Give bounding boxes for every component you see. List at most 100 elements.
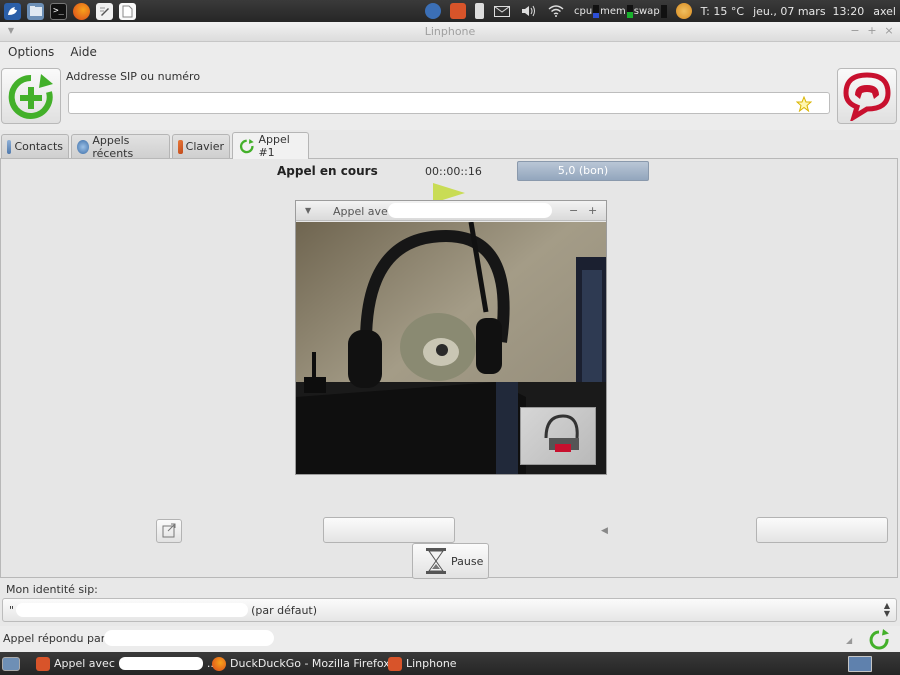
tab-recent-calls[interactable]: Appels récents	[71, 133, 170, 160]
hangup-icon	[843, 72, 891, 121]
video-window-title: Appel avec	[333, 205, 394, 218]
start-call-button[interactable]	[1, 68, 61, 124]
dropdown-arrows-icon: ▲ ▼	[883, 601, 890, 618]
task-linphone-label: Linphone	[406, 657, 457, 670]
sip-identity-select[interactable]: " (par défaut) ▲ ▼	[2, 598, 897, 622]
sip-address-label: Addresse SIP ou numéro	[66, 70, 201, 83]
identity-value-suffix: (par défaut)	[251, 603, 318, 617]
keypad-icon	[178, 139, 183, 154]
tab-bar: Contacts Appels récents Clavier Appel #1	[0, 132, 900, 160]
call-panel: Appel en cours 00::00::16 5,0 (bon) ▼ Ap…	[0, 158, 898, 579]
sip-identity-label: Mon identité sip:	[6, 583, 98, 596]
firefox-task-icon	[212, 656, 226, 671]
files-icon[interactable]	[27, 2, 44, 20]
toolbar: Addresse SIP ou numéro	[0, 62, 900, 130]
video-window-menu-icon[interactable]: ▼	[305, 206, 311, 215]
local-video-preview[interactable]	[520, 407, 596, 465]
transfer-icon	[162, 523, 176, 538]
wifi-icon[interactable]	[547, 3, 565, 19]
maximize-button[interactable]: +	[865, 24, 879, 38]
tab-keypad-label: Clavier	[185, 140, 224, 153]
mem-label: mem	[600, 5, 626, 17]
video-maximize-button[interactable]: +	[588, 204, 597, 217]
call-status: Appel en cours	[277, 164, 378, 178]
datetime[interactable]: jeu., 07 mars 13:20	[753, 5, 864, 18]
call-quality-bar: 5,0 (bon)	[517, 161, 649, 181]
cpu-bar	[593, 4, 600, 18]
pause-button[interactable]: Pause	[412, 543, 489, 579]
terminal-icon[interactable]: >_	[50, 2, 67, 20]
redacted-name	[388, 203, 552, 218]
document-icon[interactable]	[119, 2, 136, 20]
add-call-icon	[8, 74, 53, 119]
minimize-button[interactable]: −	[848, 24, 862, 38]
close-button[interactable]: ×	[882, 24, 896, 38]
temperature[interactable]: T: 15 °C	[701, 5, 744, 18]
menu-help[interactable]: Aide	[62, 45, 105, 59]
task-firefox[interactable]: DuckDuckGo - Mozilla Firefox	[212, 655, 390, 672]
top-panel: >_ cpu mem swap T: 15 °C jeu., 07 mars 1…	[0, 0, 900, 22]
network-globe-icon[interactable]	[424, 3, 441, 19]
menu-icon[interactable]	[4, 2, 21, 20]
transfer-button[interactable]	[156, 519, 182, 543]
hourglass-icon	[426, 548, 446, 574]
workspace-switcher[interactable]	[848, 655, 872, 672]
favorite-star-icon[interactable]	[796, 96, 812, 112]
mail-icon[interactable]	[493, 3, 511, 19]
linphone-task-icon-2	[388, 656, 402, 671]
swap-label: swap	[633, 5, 660, 17]
status-bar: Appel répondu par ◢	[0, 626, 900, 652]
taskbar: Appel avec .. DuckDuckGo - Mozilla Firef…	[0, 652, 900, 675]
sip-address-input[interactable]	[68, 92, 830, 114]
cpu-label: cpu	[573, 5, 593, 17]
video-minimize-button[interactable]: −	[569, 204, 578, 217]
linphone-task-icon	[36, 656, 50, 671]
system-load-meter[interactable]: cpu mem swap	[573, 4, 667, 18]
tab-contacts-label: Contacts	[14, 140, 63, 153]
task-linphone[interactable]: Linphone	[388, 655, 457, 672]
speaker-volume-field[interactable]	[756, 517, 888, 543]
local-video-image	[544, 414, 579, 452]
menu-bar: Options Aide	[0, 42, 900, 62]
hangup-button[interactable]	[837, 68, 897, 124]
tab-recent-calls-label: Appels récents	[92, 133, 134, 160]
call-status-icon	[869, 629, 889, 650]
status-text: Appel répondu par	[3, 632, 106, 645]
redacted-answerer	[104, 630, 274, 646]
tab-contacts[interactable]: Contacts	[1, 134, 69, 158]
remote-video	[296, 222, 606, 474]
volume-icon[interactable]	[520, 3, 538, 19]
tab-keypad[interactable]: Clavier	[172, 134, 230, 158]
identity-value-prefix: "	[9, 603, 15, 617]
speaker-icon: ◀	[601, 526, 608, 536]
swap-bar	[660, 4, 667, 18]
redacted-identity	[16, 603, 249, 617]
video-window[interactable]: ▼ Appel avec − +	[295, 200, 607, 475]
desktop-icon	[2, 656, 20, 671]
task-call-window[interactable]: Appel avec ..	[36, 655, 214, 672]
tab-call-1-label: Appel #1	[258, 133, 290, 159]
linphone-tray-icon[interactable]	[449, 3, 466, 19]
tab-call-1[interactable]: Appel #1	[232, 132, 309, 159]
editor-icon[interactable]	[96, 2, 113, 20]
microphone-volume-field[interactable]	[323, 517, 455, 543]
battery-icon[interactable]	[474, 3, 484, 19]
call-duration: 00::00::16	[425, 165, 482, 178]
recent-calls-icon	[77, 139, 90, 154]
redacted-task-name	[118, 657, 203, 670]
workspace-icon	[848, 655, 872, 672]
call-tab-icon	[239, 139, 254, 154]
window-titlebar[interactable]: ▼ Linphone − + ×	[0, 22, 900, 42]
weather-icon[interactable]	[675, 3, 692, 19]
resize-grip-icon[interactable]: ◢	[846, 636, 852, 645]
show-desktop-button[interactable]	[2, 655, 20, 672]
firefox-icon[interactable]	[73, 2, 90, 20]
task-firefox-label: DuckDuckGo - Mozilla Firefox	[230, 657, 390, 670]
video-window-titlebar[interactable]: ▼ Appel avec − +	[296, 201, 606, 221]
window-title: Linphone	[424, 25, 476, 38]
user-name[interactable]: axel	[873, 5, 896, 18]
contacts-folder-icon	[7, 139, 12, 154]
task-call-label: Appel avec	[54, 657, 115, 670]
mem-bar	[626, 4, 633, 18]
menu-options[interactable]: Options	[0, 45, 62, 59]
